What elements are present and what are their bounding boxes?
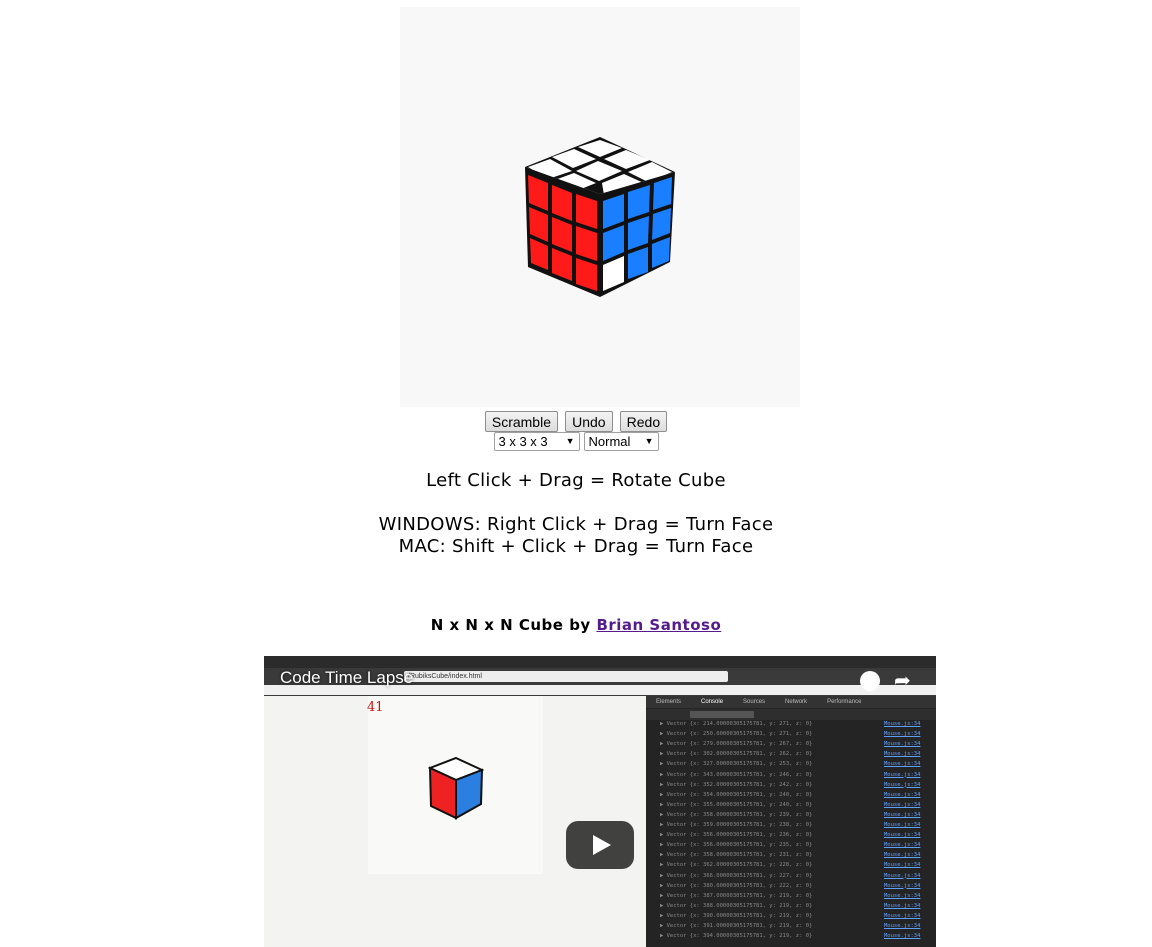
console-log-source-link[interactable]: Mouse.js:34 [884,761,920,767]
console-log-row: ▶ Vector {x: 359.00000305175781, y: 238,… [660,822,813,828]
undo-button[interactable]: Undo [565,411,613,432]
speed-select[interactable]: Normal ▼ [583,432,659,451]
console-log-source-link[interactable]: Mouse.js:34 [884,721,920,727]
console-log-row: ▶ Vector {x: 355.00000305175781, y: 240,… [660,801,813,808]
console-log-source-link[interactable]: Mouse.js:34 [884,782,920,788]
console-log-source-link[interactable]: Mouse.js:34 [884,933,920,939]
devtools-tab: Network [785,699,808,705]
chevron-down-icon: ▼ [565,436,575,446]
console-log-source-link[interactable]: Mouse.js:34 [884,802,920,808]
console-log-source-link[interactable]: Mouse.js:34 [884,903,920,909]
console-log-row: ▶ Vector {x: 327.00000305175781, y: 253,… [660,761,813,768]
video-devtools-tabs: Elements Console Sources Network Performance [646,696,936,708]
console-log-row: ▶ Vector {x: 391.00000305175781, y: 219,… [660,923,813,929]
console-log-source-link[interactable]: Mouse.js:34 [884,852,920,858]
console-log-row: ▶ Vector {x: 356.00000305175781, y: 236,… [660,832,813,839]
console-log-row: ▶ Vector {x: 279.00000305175781, y: 267,… [660,741,813,748]
console-log-source-link[interactable]: Mouse.js:34 [884,923,920,929]
console-log-source-link[interactable]: Mouse.js:34 [884,873,920,879]
console-log-source-link[interactable]: Mouse.js:34 [884,772,920,778]
instruction-rotate: Left Click + Drag = Rotate Cube [426,470,726,491]
devtools-tab: Console [701,699,724,705]
console-log-source-link[interactable]: Mouse.js:34 [884,862,920,868]
console-log-row: ▶ Vector {x: 214.00000305175781, y: 271,… [660,721,813,727]
speed-select-value: Normal [588,434,631,449]
play-button[interactable] [566,821,634,869]
clock-icon[interactable] [860,671,880,691]
console-log-source-link[interactable]: Mouse.js:34 [884,913,920,919]
video-move-counter: 41 [367,700,384,715]
console-log-row: ▶ Vector {x: 366.00000305175781, y: 227,… [660,872,813,879]
rubiks-cube [525,137,675,297]
console-log-source-link[interactable]: Mouse.js:34 [884,842,920,848]
console-log-row: ▶ Vector {x: 390.00000305175781, y: 219,… [660,912,813,919]
console-log-row: ▶ Vector {x: 343.00000305175781, y: 246,… [660,771,813,778]
console-log-source-link[interactable]: Mouse.js:34 [884,751,920,757]
instruction-windows: WINDOWS: Right Click + Drag = Turn Face [378,514,774,535]
video-cube-thumbnail [428,756,484,820]
video-address-bar: /RubiksCube/index.html [404,671,728,682]
chevron-down-icon: ▼ [644,436,654,446]
console-log-row: ▶ Vector {x: 354.00000305175781, y: 240,… [660,791,813,798]
instruction-mac: MAC: Shift + Click + Drag = Turn Face [398,536,754,557]
cube-canvas[interactable] [400,7,800,407]
console-log-source-link[interactable]: Mouse.js:34 [884,731,920,737]
video-embed[interactable]: /RubiksCube/index.html 41 Elements Consol… [264,656,936,947]
console-log-source-link[interactable]: Mouse.js:34 [884,883,920,889]
credit-line: N x N x N Cube by Brian Santoso [0,616,1152,634]
video-browser-tabs [264,656,936,668]
size-select-value: 3 x 3 x 3 [498,434,548,449]
devtools-tab: Sources [743,699,766,705]
cube-controls: Scramble Undo Redo [0,411,1152,432]
video-title[interactable]: Code Time Lapse [280,668,413,688]
credit-text: N x N x N Cube by [430,616,597,634]
video-devtools-filter [646,709,936,720]
console-log-source-link[interactable]: Mouse.js:34 [884,822,920,828]
author-link[interactable]: Brian Santoso [596,616,721,634]
console-log-row: ▶ Vector {x: 250.00000305175781, y: 271,… [660,731,813,738]
console-log-row: ▶ Vector {x: 356.00000305175781, y: 235,… [660,842,813,849]
console-log-source-link[interactable]: Mouse.js:34 [884,812,920,818]
console-log-row: ▶ Vector {x: 394.00000305175781, y: 219,… [660,933,813,940]
cube-options: 3 x 3 x 3 ▼ Normal ▼ [0,432,1152,451]
console-log-row: ▶ Vector {x: 358.00000305175781, y: 239,… [660,811,813,818]
console-log-row: ▶ Vector {x: 358.00000305175781, y: 231,… [660,852,813,859]
scramble-button[interactable]: Scramble [484,411,558,432]
devtools-tab: Elements [656,699,682,705]
devtools-tab: Performance [827,699,862,705]
console-log-row: ▶ Vector {x: 388.00000305175781, y: 219,… [660,902,813,909]
console-log-source-link[interactable]: Mouse.js:34 [884,893,920,899]
console-log-row: ▶ Vector {x: 302.00000305175781, y: 262,… [660,751,813,758]
redo-button[interactable]: Redo [619,411,668,432]
console-log-row: ▶ Vector {x: 387.00000305175781, y: 219,… [660,892,813,899]
console-log-source-link[interactable]: Mouse.js:34 [884,792,920,798]
console-log-row: ▶ Vector {x: 362.00000305175781, y: 228,… [660,862,813,869]
console-log-source-link[interactable]: Mouse.js:34 [884,832,920,838]
console-log-source-link[interactable]: Mouse.js:34 [884,741,920,747]
share-icon[interactable]: ➦ [894,668,911,692]
size-select[interactable]: 3 x 3 x 3 ▼ [493,432,580,451]
console-log-row: ▶ Vector {x: 380.00000305175781, y: 222,… [660,882,813,889]
console-log-row: ▶ Vector {x: 352.00000305175781, y: 242,… [660,781,813,788]
